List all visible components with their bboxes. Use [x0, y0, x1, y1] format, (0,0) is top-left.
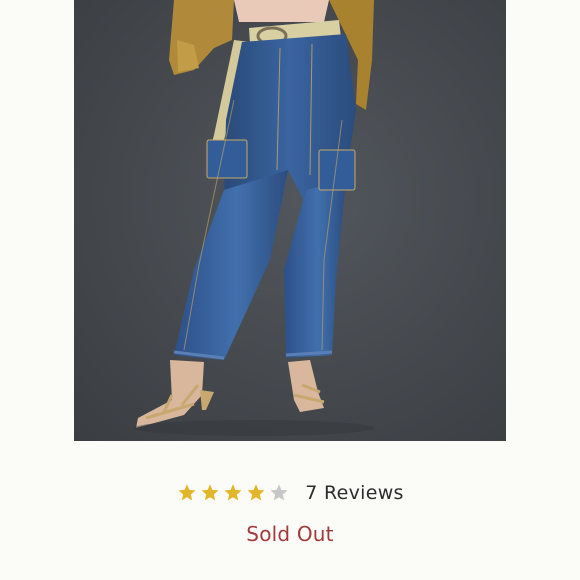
star-filled-icon [245, 482, 267, 504]
star-filled-icon [199, 482, 221, 504]
star-rating [176, 482, 291, 504]
reviews-link[interactable]: 7 Reviews [305, 482, 404, 504]
product-image[interactable] [74, 0, 506, 441]
availability-status: Sold Out [246, 522, 334, 546]
rating-row: 7 Reviews [0, 478, 580, 508]
star-filled-icon [222, 482, 244, 504]
star-empty-icon [268, 482, 290, 504]
star-filled-icon [176, 482, 198, 504]
